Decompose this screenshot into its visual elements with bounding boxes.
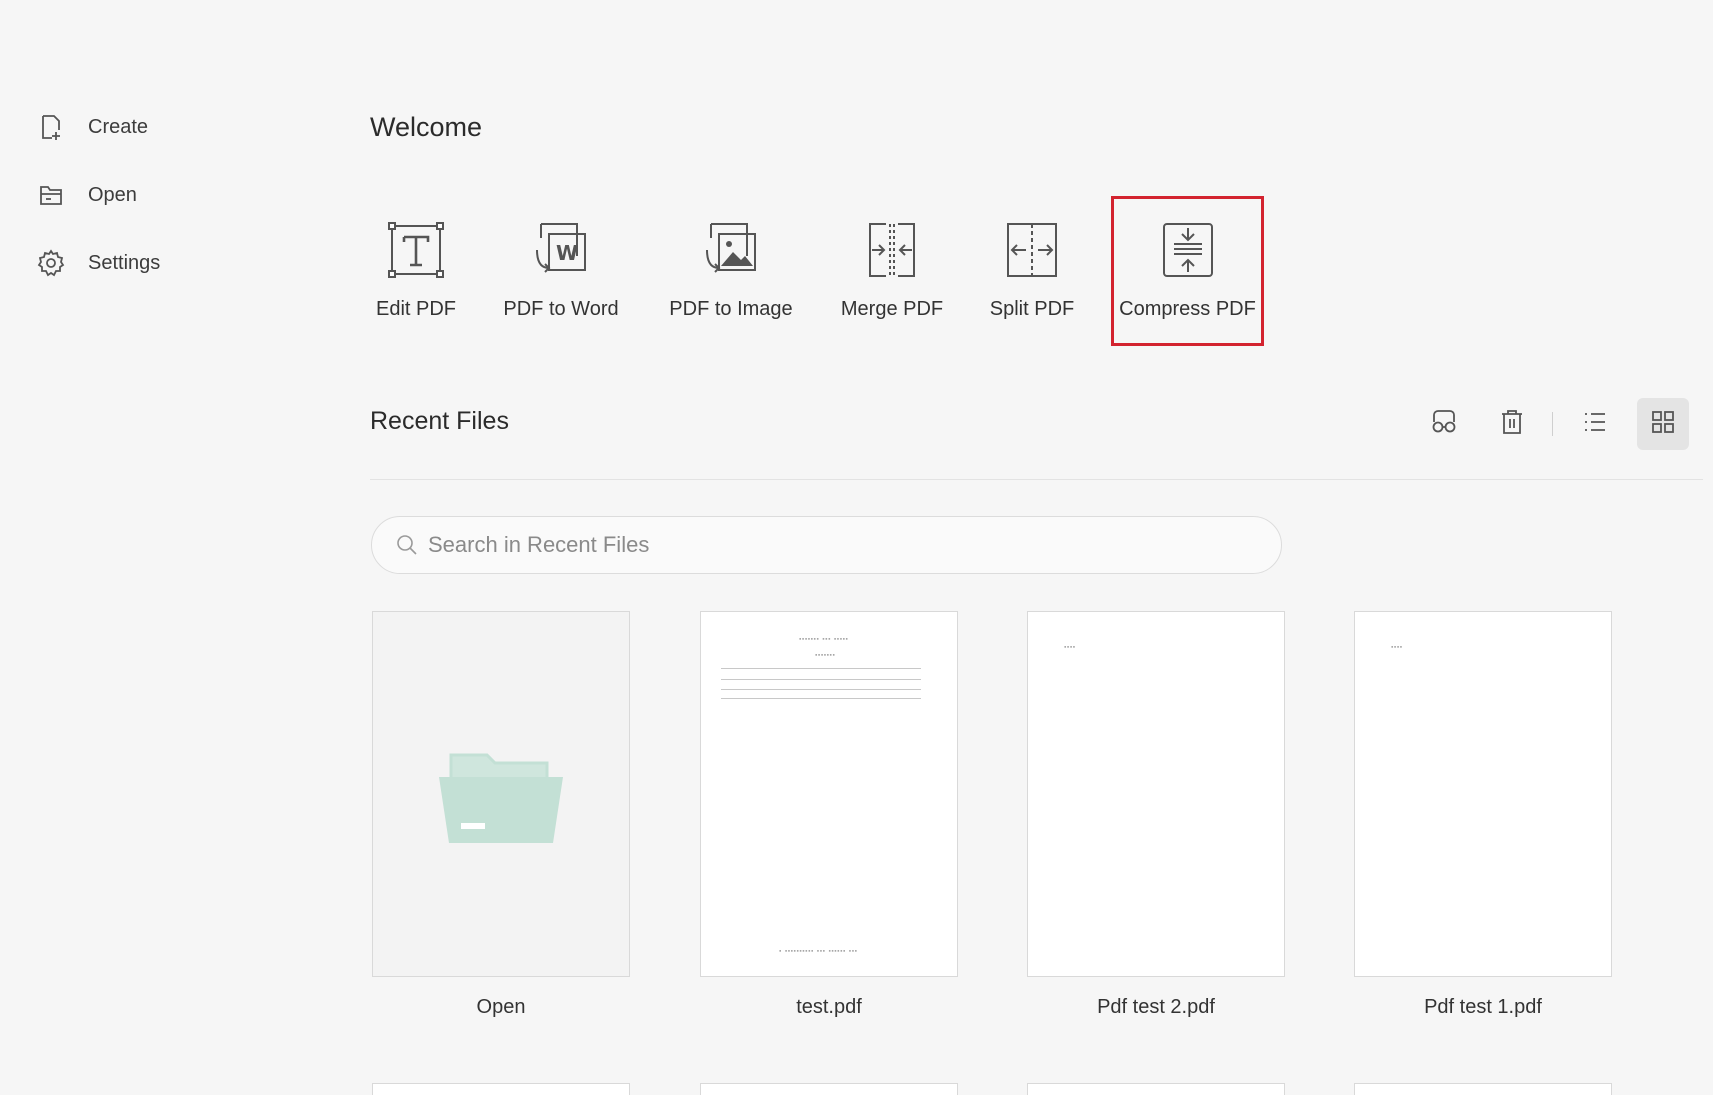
tool-label: PDF to Image: [669, 298, 793, 320]
file-card-partial[interactable]: [372, 1083, 630, 1095]
tool-compress-pdf[interactable]: Compress PDF: [1111, 196, 1264, 346]
sidebar-item-label: Settings: [88, 251, 161, 274]
divider: [370, 479, 1703, 480]
pdf-to-word-icon: W: [529, 218, 593, 282]
tool-pdf-to-image[interactable]: PDF to Image: [666, 196, 796, 346]
tool-edit-pdf[interactable]: Edit PDF: [362, 196, 470, 346]
recent-files-title: Recent Files: [370, 407, 509, 435]
compress-icon: [1156, 218, 1220, 282]
tool-label: PDF to Word: [503, 298, 619, 320]
open-file-card[interactable]: [372, 611, 630, 977]
trash-icon: [1500, 409, 1524, 440]
pdf-to-image-icon: [699, 218, 763, 282]
file-card-pdf-test-1[interactable]: ▪▪▪▪: [1354, 611, 1612, 977]
grid-view-button[interactable]: [1637, 398, 1689, 450]
sidebar: Create Open Settings: [0, 0, 330, 1089]
tool-pdf-to-word[interactable]: W PDF to Word: [498, 196, 624, 346]
tool-split-pdf[interactable]: Split PDF: [980, 196, 1084, 346]
tool-merge-pdf[interactable]: Merge PDF: [838, 196, 946, 346]
file-card-test[interactable]: ▪▪▪▪▪▪▪ ▪▪▪ ▪▪▪▪▪ ▪▪▪▪▪▪▪ ▪ ▪▪▪▪▪▪▪▪▪▪ ▪…: [700, 611, 958, 977]
svg-text:W: W: [556, 241, 578, 265]
file-card-partial[interactable]: [700, 1083, 958, 1095]
tool-label: Split PDF: [989, 298, 1075, 320]
file-card-pdf-test-2[interactable]: ▪▪▪▪: [1027, 611, 1285, 977]
folder-icon: [439, 747, 563, 852]
sidebar-item-open[interactable]: Open: [36, 175, 137, 215]
delete-button[interactable]: [1486, 398, 1538, 450]
sidebar-item-label: Create: [88, 115, 149, 138]
file-name: test.pdf: [796, 996, 862, 1018]
page-title: Welcome: [370, 112, 483, 142]
glasses-icon: [1430, 409, 1458, 440]
open-file-icon: [36, 180, 66, 210]
search-input[interactable]: [426, 531, 1250, 559]
split-icon: [1000, 218, 1064, 282]
search-box[interactable]: [371, 516, 1282, 574]
file-card-partial[interactable]: [1354, 1083, 1612, 1095]
grid-view-icon: [1651, 410, 1675, 439]
tool-label: Edit PDF: [375, 298, 457, 320]
file-name: Open: [476, 996, 526, 1018]
sidebar-item-create[interactable]: Create: [36, 107, 148, 147]
merge-icon: [860, 218, 924, 282]
edit-text-icon: [384, 218, 448, 282]
sidebar-item-label: Open: [88, 183, 137, 206]
tool-label: Merge PDF: [840, 298, 944, 320]
toolbar-divider: [1552, 412, 1553, 436]
list-view-icon: [1583, 411, 1607, 438]
search-icon: [396, 534, 418, 556]
file-name: Pdf test 2.pdf: [1097, 996, 1215, 1018]
tool-label: Compress PDF: [1119, 298, 1256, 320]
gear-icon: [36, 248, 66, 278]
view-glasses-button[interactable]: [1418, 398, 1470, 450]
file-name: Pdf test 1.pdf: [1424, 996, 1542, 1018]
file-card-partial[interactable]: [1027, 1083, 1285, 1095]
sidebar-item-settings[interactable]: Settings: [36, 243, 160, 283]
create-file-icon: [36, 112, 66, 142]
list-view-button[interactable]: [1569, 398, 1621, 450]
